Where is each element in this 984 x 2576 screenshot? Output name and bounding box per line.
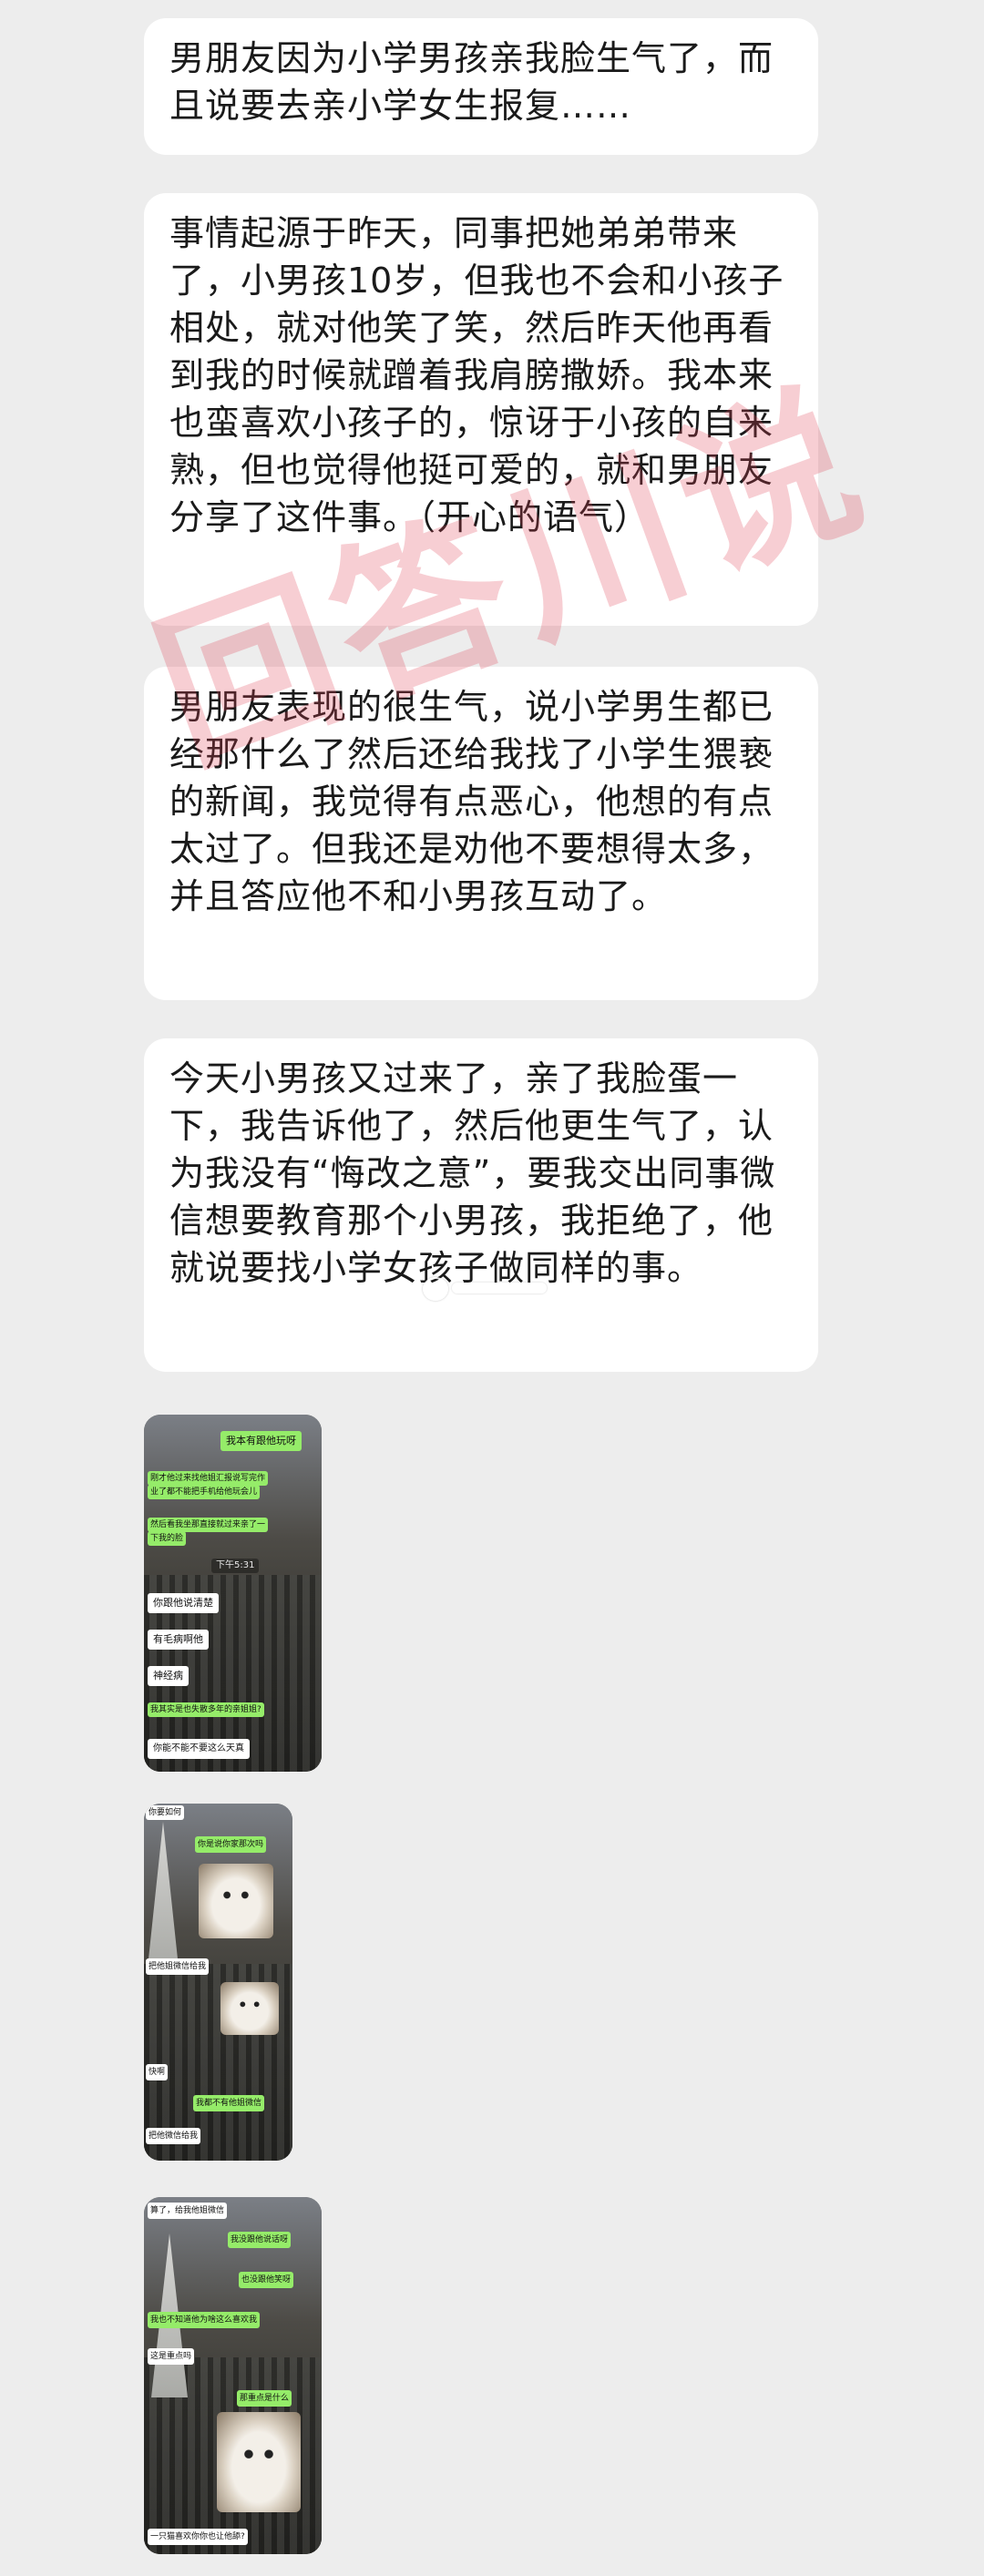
- chat-line: 快啊: [146, 2064, 169, 2080]
- chat-line: 你是说你家那次吗: [195, 1836, 267, 1853]
- message-text: 事情起源于昨天，同事把她弟弟带来了，小男孩10岁，但我也不会和小孩子相处，就对他…: [169, 213, 784, 537]
- chat-line: 神经病: [148, 1666, 189, 1686]
- chat-screenshot-image-1[interactable]: 我本有跟他玩呀 刚才他过来找他姐汇报说写完作 业了都不能把手机给他玩会儿 然后看…: [144, 1415, 322, 1772]
- chat-line: 有毛病啊他: [148, 1630, 209, 1650]
- chat-line: 也没跟他笑呀: [239, 2272, 294, 2288]
- chat-line: 我没跟他说话呀: [228, 2232, 292, 2248]
- cat-sticker: [199, 1864, 273, 1938]
- chat-screenshot-image-3[interactable]: 算了，给我他姐微信 我没跟他说话呀 也没跟他笑呀 我也不知道他为啥这么喜欢我 这…: [144, 2197, 322, 2554]
- chat-line: 你能不能不要这么天真: [148, 1739, 250, 1759]
- message-bubble-2[interactable]: 事情起源于昨天，同事把她弟弟带来了，小男孩10岁，但我也不会和小孩子相处，就对他…: [144, 193, 818, 626]
- chat-line: 然后看我坐那直接就过来亲了一: [148, 1518, 269, 1532]
- chat-line: 把他微信给我: [146, 2128, 201, 2144]
- chat-line: 一只猫喜欢你你也让他舔?: [148, 2529, 248, 2545]
- chat-line: 算了，给我他姐微信: [148, 2203, 228, 2219]
- chat-line: 把他姐微信给我: [146, 1958, 210, 1975]
- chat-timestamp: 下午5:31: [211, 1559, 260, 1573]
- message-bubble-1[interactable]: 男朋友因为小学男孩亲我脸生气了，而且说要去亲小学女生报复……: [144, 18, 818, 155]
- chat-line: 我都不有他姐微信: [193, 2095, 265, 2111]
- chat-screenshot-image-2[interactable]: 你要如何 你是说你家那次吗 把他姐微信给我 快啊 我都不有他姐微信 把他微信给我: [144, 1804, 292, 2161]
- chat-line: 业了都不能把手机给他玩会儿: [148, 1485, 261, 1499]
- chat-line: 你跟他说清楚: [148, 1593, 219, 1613]
- message-bubble-4[interactable]: 今天小男孩又过来了，亲了我脸蛋一下，我告诉他了，然后他更生气了，认为我没有“悔改…: [144, 1038, 818, 1372]
- chat-line: 这是重点吗: [148, 2348, 195, 2365]
- message-text: 今天小男孩又过来了，亲了我脸蛋一下，我告诉他了，然后他更生气了，认为我没有“悔改…: [169, 1058, 776, 1288]
- cat-sticker: [220, 1982, 279, 2035]
- chat-line: 我本有跟他玩呀: [220, 1431, 302, 1451]
- chat-line: 刚才他过来找他姐汇报说写完作: [148, 1471, 269, 1486]
- chat-line: 我其实是也失散多年的亲姐姐?: [148, 1702, 264, 1717]
- message-text: 男朋友因为小学男孩亲我脸生气了，而且说要去亲小学女生报复……: [169, 38, 774, 126]
- chat-line: 下我的脸: [148, 1531, 187, 1546]
- message-bubble-3[interactable]: 男朋友表现的很生气，说小学男生都已经那什么了然后还给我找了小学生猥亵的新闻，我觉…: [144, 667, 818, 1000]
- chat-line: 你要如何: [146, 1805, 185, 1820]
- message-text: 男朋友表现的很生气，说小学男生都已经那什么了然后还给我找了小学生猥亵的新闻，我觉…: [169, 687, 774, 916]
- chat-line: 那重点是什么: [237, 2390, 292, 2407]
- chat-line: 我也不知道他为啥这么喜欢我: [148, 2312, 261, 2328]
- cat-sticker: [217, 2412, 301, 2512]
